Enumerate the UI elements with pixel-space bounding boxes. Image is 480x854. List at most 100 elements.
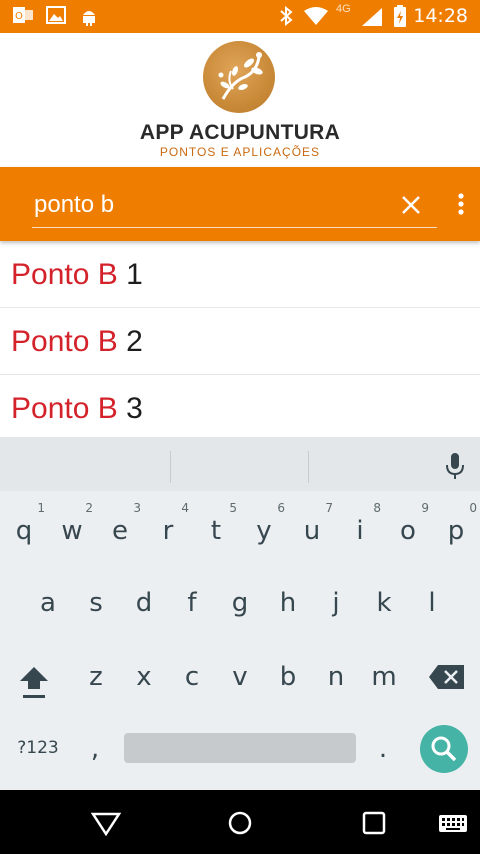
key-e[interactable]: e3 <box>97 501 143 559</box>
key-s[interactable]: s <box>73 575 119 631</box>
key-t[interactable]: t5 <box>193 501 239 559</box>
image-icon <box>46 6 66 24</box>
key-hint: 3 <box>133 501 141 515</box>
key-f[interactable]: f <box>169 575 215 631</box>
strip-divider <box>170 451 171 483</box>
more-options-icon[interactable] <box>452 189 470 219</box>
key-label: m <box>371 662 397 692</box>
result-rest-text: 3 <box>117 392 143 425</box>
key-label: l <box>428 588 436 618</box>
key-v[interactable]: v <box>217 649 263 705</box>
key-hint: 6 <box>277 501 285 515</box>
key-label: u <box>303 516 321 546</box>
key-hint: 5 <box>229 501 237 515</box>
key-h[interactable]: h <box>265 575 311 631</box>
key-r[interactable]: r4 <box>145 501 191 559</box>
key-label: q <box>15 516 33 546</box>
results-list: Ponto B 1 Ponto B 2 Ponto B 3 <box>0 241 480 442</box>
key-p[interactable]: p0 <box>433 501 479 559</box>
shift-key-icon[interactable] <box>14 661 54 701</box>
key-label: n <box>327 662 345 692</box>
search-icon <box>431 736 457 762</box>
result-item[interactable]: Ponto B 3 <box>0 375 480 442</box>
result-item[interactable]: Ponto B 1 <box>0 241 480 308</box>
key-d[interactable]: d <box>121 575 167 631</box>
key-j[interactable]: j <box>313 575 359 631</box>
key-label: v <box>232 662 248 692</box>
bluetooth-icon <box>280 6 293 26</box>
key-b[interactable]: b <box>265 649 311 705</box>
svg-text:O: O <box>15 11 23 22</box>
leaf-logo-icon <box>203 41 275 113</box>
key-a[interactable]: a <box>25 575 71 631</box>
key-u[interactable]: u7 <box>289 501 335 559</box>
key-g[interactable]: g <box>217 575 263 631</box>
search-input[interactable] <box>34 185 334 225</box>
clock: 14:28 <box>413 5 468 27</box>
keyboard-switch-icon[interactable] <box>438 808 468 838</box>
key-y[interactable]: y6 <box>241 501 287 559</box>
key-label: e <box>112 516 128 546</box>
key-x[interactable]: x <box>121 649 167 705</box>
key-m[interactable]: m <box>361 649 407 705</box>
key-label: x <box>136 662 152 692</box>
key-label: y <box>256 516 272 546</box>
result-item[interactable]: Ponto B 2 <box>0 308 480 375</box>
key-w[interactable]: w2 <box>49 501 95 559</box>
search-key[interactable] <box>420 725 468 773</box>
key-label: d <box>135 588 153 618</box>
symbols-key[interactable]: ?123 <box>10 733 66 763</box>
key-label: j <box>332 588 340 618</box>
key-label: k <box>376 588 392 618</box>
key-hint: 0 <box>469 501 477 515</box>
key-label: r <box>162 516 174 546</box>
strip-divider <box>308 451 309 483</box>
clear-search-icon[interactable] <box>396 190 426 220</box>
home-icon[interactable] <box>224 808 256 838</box>
outlook-icon: O <box>13 7 33 23</box>
brand-title: APP ACUPUNTURA <box>139 121 341 144</box>
space-bar[interactable] <box>124 733 356 763</box>
comma-key[interactable]: , <box>72 721 118 777</box>
key-k[interactable]: k <box>361 575 407 631</box>
search-toolbar <box>0 167 480 241</box>
status-bar: O 4G 14:28 <box>0 0 480 33</box>
key-label: o <box>400 516 416 546</box>
result-match-text: Ponto B <box>11 392 118 425</box>
wifi-icon <box>304 7 328 25</box>
back-icon[interactable] <box>90 808 122 838</box>
key-label: t <box>210 516 222 546</box>
key-n[interactable]: n <box>313 649 359 705</box>
key-q[interactable]: q1 <box>1 501 47 559</box>
search-underline <box>32 227 437 228</box>
suggestion-strip <box>0 437 480 491</box>
android-icon <box>83 11 95 26</box>
period-key[interactable]: . <box>360 721 406 777</box>
key-label: b <box>279 662 297 692</box>
key-label: h <box>279 588 297 618</box>
key-label: s <box>89 588 103 618</box>
battery-icon <box>394 5 406 27</box>
key-label: a <box>40 588 56 618</box>
key-label: c <box>184 662 200 692</box>
key-hint: 7 <box>325 501 333 515</box>
recents-icon[interactable] <box>358 808 390 838</box>
key-l[interactable]: l <box>409 575 455 631</box>
key-hint: 1 <box>37 501 45 515</box>
key-o[interactable]: o9 <box>385 501 431 559</box>
backspace-key-icon[interactable] <box>428 663 466 691</box>
navigation-bar <box>0 790 480 854</box>
key-label: z <box>89 662 103 692</box>
key-i[interactable]: i8 <box>337 501 383 559</box>
result-rest-text: 2 <box>117 325 143 358</box>
key-c[interactable]: c <box>169 649 215 705</box>
microphone-icon[interactable] <box>444 451 466 481</box>
brand-subtitle: PONTOS E APLICAÇÕES <box>159 145 321 159</box>
key-label: w <box>61 516 83 546</box>
soft-keyboard: ?123 , . q1w2e3r4t5y6u7i8o9p0asdfghjklzx… <box>0 437 480 790</box>
key-hint: 8 <box>373 501 381 515</box>
app-screen: O 4G 14:28 APP ACUPUNTURA PONTOS E APLIC… <box>0 0 480 854</box>
key-hint: 2 <box>85 501 93 515</box>
key-z[interactable]: z <box>73 649 119 705</box>
key-hint: 4 <box>181 501 189 515</box>
